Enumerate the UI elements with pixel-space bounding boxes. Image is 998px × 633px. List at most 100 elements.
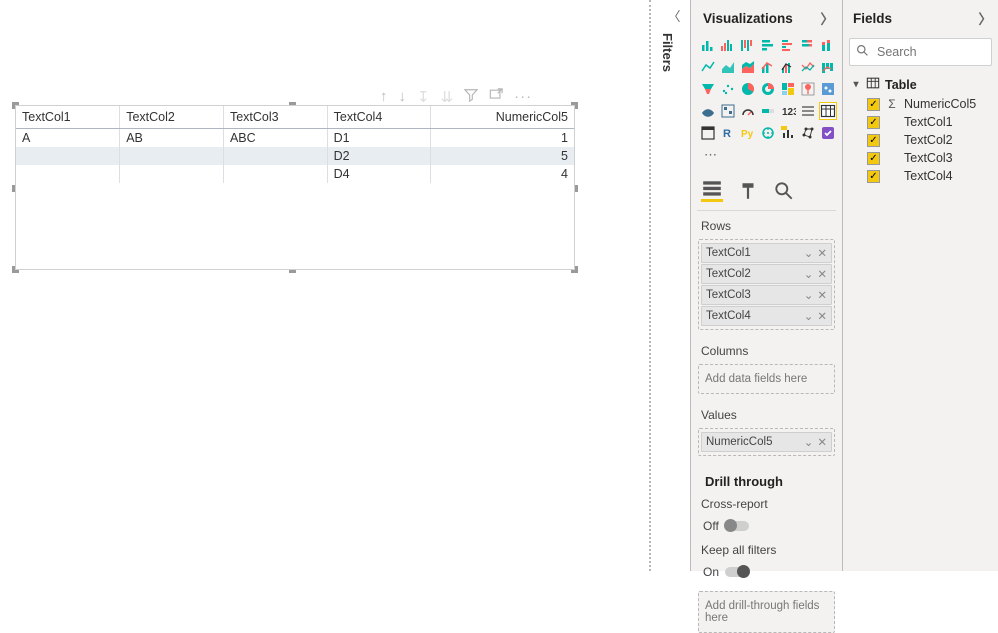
viz-type-icon[interactable] (799, 102, 817, 120)
remove-icon[interactable]: ✕ (817, 267, 827, 281)
table-cell[interactable]: 1 (431, 129, 574, 148)
chevron-right-icon[interactable]: 〉 (821, 8, 835, 28)
chevron-right-icon[interactable]: 〉 (979, 8, 993, 28)
viz-type-icon[interactable]: 123 (779, 102, 797, 120)
column-header[interactable]: TextCol1 (16, 106, 120, 129)
cross-report-toggle[interactable] (725, 521, 749, 531)
values-well[interactable]: NumericCol5⌄✕ (698, 428, 835, 456)
drill-down-icon[interactable]: ↓ (399, 88, 407, 106)
table-cell[interactable]: 4 (431, 165, 574, 183)
viz-type-icon[interactable] (799, 58, 817, 76)
viz-type-icon[interactable] (779, 124, 797, 142)
viz-type-icon[interactable] (699, 58, 717, 76)
field-row[interactable]: ✓ΣNumericCol5 (867, 95, 994, 113)
field-chip[interactable]: TextCol3⌄✕ (701, 285, 832, 305)
format-tab-icon[interactable] (737, 180, 759, 202)
viz-type-icon[interactable] (739, 102, 757, 120)
viz-type-icon[interactable] (819, 124, 837, 142)
table-cell[interactable]: 5 (431, 147, 574, 165)
viz-type-icon[interactable]: R (719, 124, 737, 142)
field-row[interactable]: ✓TextCol4 (867, 167, 994, 185)
column-header[interactable]: TextCol3 (223, 106, 327, 129)
table-cell[interactable]: AB (120, 129, 224, 148)
viz-type-icon[interactable]: Py (739, 124, 757, 142)
table-cell[interactable]: D1 (327, 129, 431, 148)
viz-type-icon[interactable] (699, 80, 717, 98)
expand-down-icon[interactable]: ↧ (417, 88, 430, 106)
table-cell[interactable]: ABC (223, 129, 327, 148)
viz-type-icon[interactable] (719, 58, 737, 76)
checkbox-icon[interactable]: ✓ (867, 98, 880, 111)
table-row[interactable]: D44 (16, 165, 574, 183)
chevron-down-icon[interactable]: ⌄ (804, 267, 814, 281)
table-cell[interactable] (16, 147, 120, 165)
focus-mode-icon[interactable] (489, 88, 503, 106)
rows-well[interactable]: TextCol1⌄✕TextCol2⌄✕TextCol3⌄✕TextCol4⌄✕ (698, 239, 835, 330)
field-row[interactable]: ✓TextCol3 (867, 149, 994, 167)
chevron-down-icon[interactable]: ⌄ (804, 435, 814, 449)
checkbox-icon[interactable]: ✓ (867, 134, 880, 147)
viz-type-icon[interactable] (699, 36, 717, 54)
viz-type-icon[interactable] (739, 80, 757, 98)
viz-type-icon[interactable] (719, 102, 737, 120)
field-chip[interactable]: TextCol2⌄✕ (701, 264, 832, 284)
viz-type-icon[interactable] (759, 36, 777, 54)
field-chip[interactable]: TextCol4⌄✕ (701, 306, 832, 326)
viz-type-icon[interactable] (799, 36, 817, 54)
table-cell[interactable]: D2 (327, 147, 431, 165)
checkbox-icon[interactable]: ✓ (867, 116, 880, 129)
table-row[interactable]: D25 (16, 147, 574, 165)
matrix-visual[interactable]: TextCol1TextCol2TextCol3TextCol4NumericC… (15, 105, 575, 270)
viz-type-icon[interactable] (739, 58, 757, 76)
analytics-tab-icon[interactable] (773, 180, 795, 202)
columns-well[interactable]: Add data fields here (698, 364, 835, 394)
field-chip[interactable]: NumericCol5⌄✕ (701, 432, 832, 452)
viz-type-icon[interactable] (819, 102, 837, 120)
viz-type-icon[interactable] (759, 124, 777, 142)
column-header[interactable]: NumericCol5 (431, 106, 574, 129)
viz-type-icon[interactable] (699, 102, 717, 120)
viz-type-icon[interactable] (819, 36, 837, 54)
viz-type-icon[interactable] (779, 80, 797, 98)
keep-all-filters-toggle[interactable] (725, 567, 749, 577)
viz-type-icon[interactable] (779, 58, 797, 76)
viz-type-icon[interactable] (759, 58, 777, 76)
checkbox-icon[interactable]: ✓ (867, 152, 880, 165)
remove-icon[interactable]: ✕ (817, 435, 827, 449)
table-cell[interactable] (120, 147, 224, 165)
viz-type-icon[interactable] (819, 80, 837, 98)
viz-type-icon[interactable] (759, 80, 777, 98)
table-cell[interactable] (120, 165, 224, 183)
viz-type-icon[interactable] (759, 102, 777, 120)
column-header[interactable]: TextCol2 (120, 106, 224, 129)
checkbox-icon[interactable]: ✓ (867, 170, 880, 183)
table-cell[interactable] (223, 165, 327, 183)
drill-up-icon[interactable]: ↑ (380, 88, 388, 106)
viz-type-icon[interactable] (799, 124, 817, 142)
field-row[interactable]: ✓TextCol2 (867, 131, 994, 149)
table-node[interactable]: ▾ Table (849, 74, 994, 95)
filter-icon[interactable] (464, 88, 478, 106)
viz-type-icon[interactable] (799, 80, 817, 98)
chevron-down-icon[interactable]: ⌄ (804, 309, 814, 323)
viz-type-icon[interactable] (819, 58, 837, 76)
field-row[interactable]: ✓TextCol1 (867, 113, 994, 131)
table-row[interactable]: AABABCD11 (16, 129, 574, 148)
table-cell[interactable]: A (16, 129, 120, 148)
field-chip[interactable]: TextCol1⌄✕ (701, 243, 832, 263)
report-canvas[interactable]: ↑ ↓ ↧ ⇊ ··· TextCol1TextCol2TextCol3Text… (0, 0, 650, 571)
chevron-down-icon[interactable]: ⌄ (804, 246, 814, 260)
more-options-icon[interactable]: ··· (514, 88, 532, 106)
viz-type-icon[interactable] (779, 36, 797, 54)
viz-type-icon[interactable]: ⋯ (699, 146, 717, 164)
fields-search[interactable] (849, 38, 992, 66)
viz-type-icon[interactable] (739, 36, 757, 54)
viz-type-icon[interactable] (719, 80, 737, 98)
remove-icon[interactable]: ✕ (817, 246, 827, 260)
remove-icon[interactable]: ✕ (817, 288, 827, 302)
drillthrough-well[interactable]: Add drill-through fields here (698, 591, 835, 633)
chevron-down-icon[interactable]: ⌄ (804, 288, 814, 302)
fields-search-input[interactable] (875, 44, 998, 60)
fields-tab-icon[interactable] (701, 180, 723, 202)
remove-icon[interactable]: ✕ (817, 309, 827, 323)
